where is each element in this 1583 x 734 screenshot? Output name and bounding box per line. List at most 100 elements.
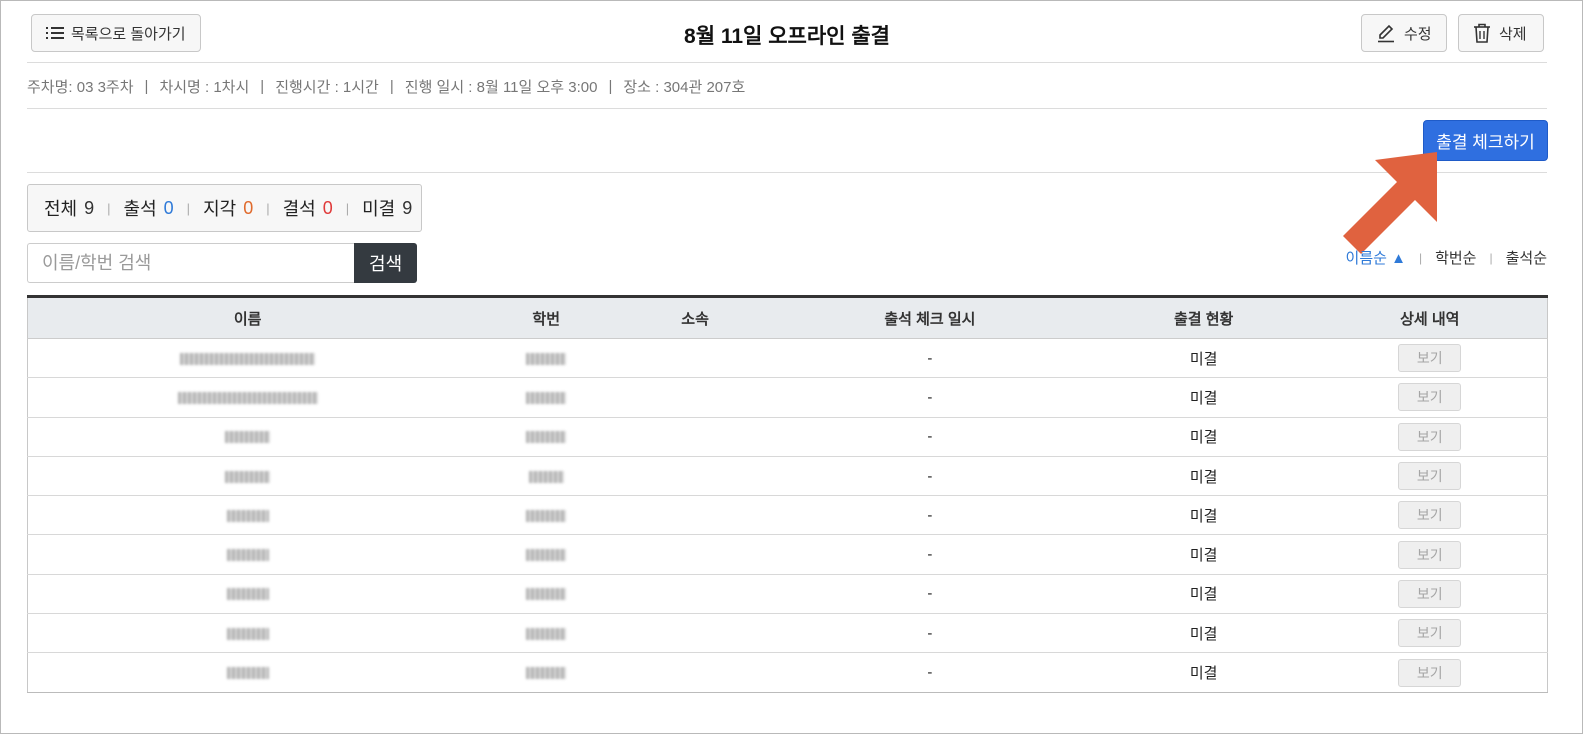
sort-by-student-id[interactable]: 학번순 [1435,247,1476,268]
divider [27,172,1547,173]
student-id-cell [467,456,626,497]
location: 장소 : 304관 207호 [623,79,746,96]
present-label: 출석 [123,199,157,219]
checked-at-cell: - [765,456,1095,497]
student-id-cell [467,613,626,654]
view-detail-button[interactable]: 보기 [1398,579,1462,608]
column-header: 출석 체크 일시 [765,295,1095,339]
redacted-name [225,470,271,483]
view-detail-button[interactable]: 보기 [1398,540,1462,569]
redacted-id [526,588,567,601]
student-name-cell [27,417,468,457]
redacted-id [526,431,567,444]
detail-cell: 보기 [1312,534,1548,575]
student-name-cell [27,338,468,379]
student-id-cell [467,377,626,418]
redacted-id [526,627,567,640]
edit-button-label: 수정 [1404,25,1432,43]
delete-button[interactable]: 삭제 [1458,14,1544,52]
affiliation-cell [625,377,766,418]
student-name-cell [27,495,468,536]
table-row: - 미결 보기 [27,652,1548,693]
checked-at-cell: - [765,534,1095,575]
delete-button-label: 삭제 [1499,25,1527,43]
redacted-name [226,627,269,640]
checked-at-cell: - [765,652,1095,693]
view-detail-button[interactable]: 보기 [1398,462,1462,491]
late-count: 0 [243,197,254,218]
redacted-name [226,509,269,522]
table-row: - 미결 보기 [27,534,1548,575]
status-cell: 미결 [1094,652,1313,693]
page-title: 8월 11일 오프라인 출결 [684,25,890,48]
divider [27,108,1547,109]
detail-cell: 보기 [1312,574,1548,615]
total-label: 전체 [44,199,78,219]
datetime: 진행 일시 : 8월 11일 오후 3:00 [404,79,598,96]
table-row: - 미결 보기 [27,574,1548,615]
checked-at-cell: - [765,574,1095,615]
view-detail-button[interactable]: 보기 [1398,422,1462,451]
checked-at-cell: - [765,613,1095,654]
checked-at-cell: - [765,377,1095,418]
divider [27,62,1547,63]
sort-by-attendance[interactable]: 출석순 [1506,247,1547,268]
student-id-cell [467,495,626,536]
affiliation-cell [625,456,766,497]
student-id-cell [467,652,626,693]
search-button[interactable]: 검색 [354,243,417,283]
status-cell: 미결 [1094,338,1313,379]
view-detail-button[interactable]: 보기 [1398,344,1462,373]
search-input[interactable] [27,243,355,283]
redacted-name [226,588,269,601]
status-cell: 미결 [1094,613,1313,654]
detail-cell: 보기 [1312,495,1548,536]
table-header-row: 이름 학번 소속 출석 체크 일시 출결 현황 상세 내역 [27,295,1548,339]
view-detail-button[interactable]: 보기 [1398,383,1462,412]
edit-button[interactable]: 수정 [1361,14,1447,52]
unchecked-label: 미결 [362,199,396,219]
redacted-name [225,431,271,444]
absent-count: 0 [322,197,333,218]
sort-by-name[interactable]: 이름순 ▲ [1346,247,1406,268]
status-cell: 미결 [1094,534,1313,575]
student-name-cell [27,377,468,418]
session-name: 차시명 : 1차시 [159,79,250,96]
redacted-name [180,352,316,365]
view-detail-button[interactable]: 보기 [1398,658,1462,687]
student-id-cell [467,574,626,615]
table-row: - 미결 보기 [27,495,1548,536]
attendance-table: 이름 학번 소속 출석 체크 일시 출결 현황 상세 내역 - 미결 보기 - 미결 보기… [27,295,1548,693]
detail-cell: 보기 [1312,338,1548,379]
view-detail-button[interactable]: 보기 [1398,619,1462,648]
status-cell: 미결 [1094,495,1313,536]
redacted-name [226,549,269,562]
table-row: - 미결 보기 [27,377,1548,418]
checked-at-cell: - [765,495,1095,536]
checked-at-cell: - [765,338,1095,379]
present-count: 0 [163,197,174,218]
detail-cell: 보기 [1312,417,1548,457]
absent-label: 결석 [282,199,316,219]
redacted-id [528,470,564,483]
affiliation-cell [625,574,766,615]
redacted-id [526,352,567,365]
table-row: - 미결 보기 [27,456,1548,497]
student-name-cell [27,574,468,615]
student-name-cell [27,613,468,654]
redacted-id [526,391,567,404]
student-id-cell [467,417,626,457]
search-bar: 검색 [27,243,417,283]
total-count: 9 [84,197,95,218]
status-cell: 미결 [1094,417,1313,457]
column-header: 이름 [27,295,468,339]
checked-at-cell: - [765,417,1095,457]
student-name-cell [27,652,468,693]
redacted-id [526,667,567,680]
week-name: 주차명: 03 3주차 [27,79,134,96]
attendance-summary: 전체 9 | 출석 0 | 지각 0 | 결석 0 | 미결 9 [27,184,422,232]
affiliation-cell [625,613,766,654]
pencil-icon [1378,24,1394,43]
student-id-cell [467,338,626,379]
view-detail-button[interactable]: 보기 [1398,501,1462,530]
